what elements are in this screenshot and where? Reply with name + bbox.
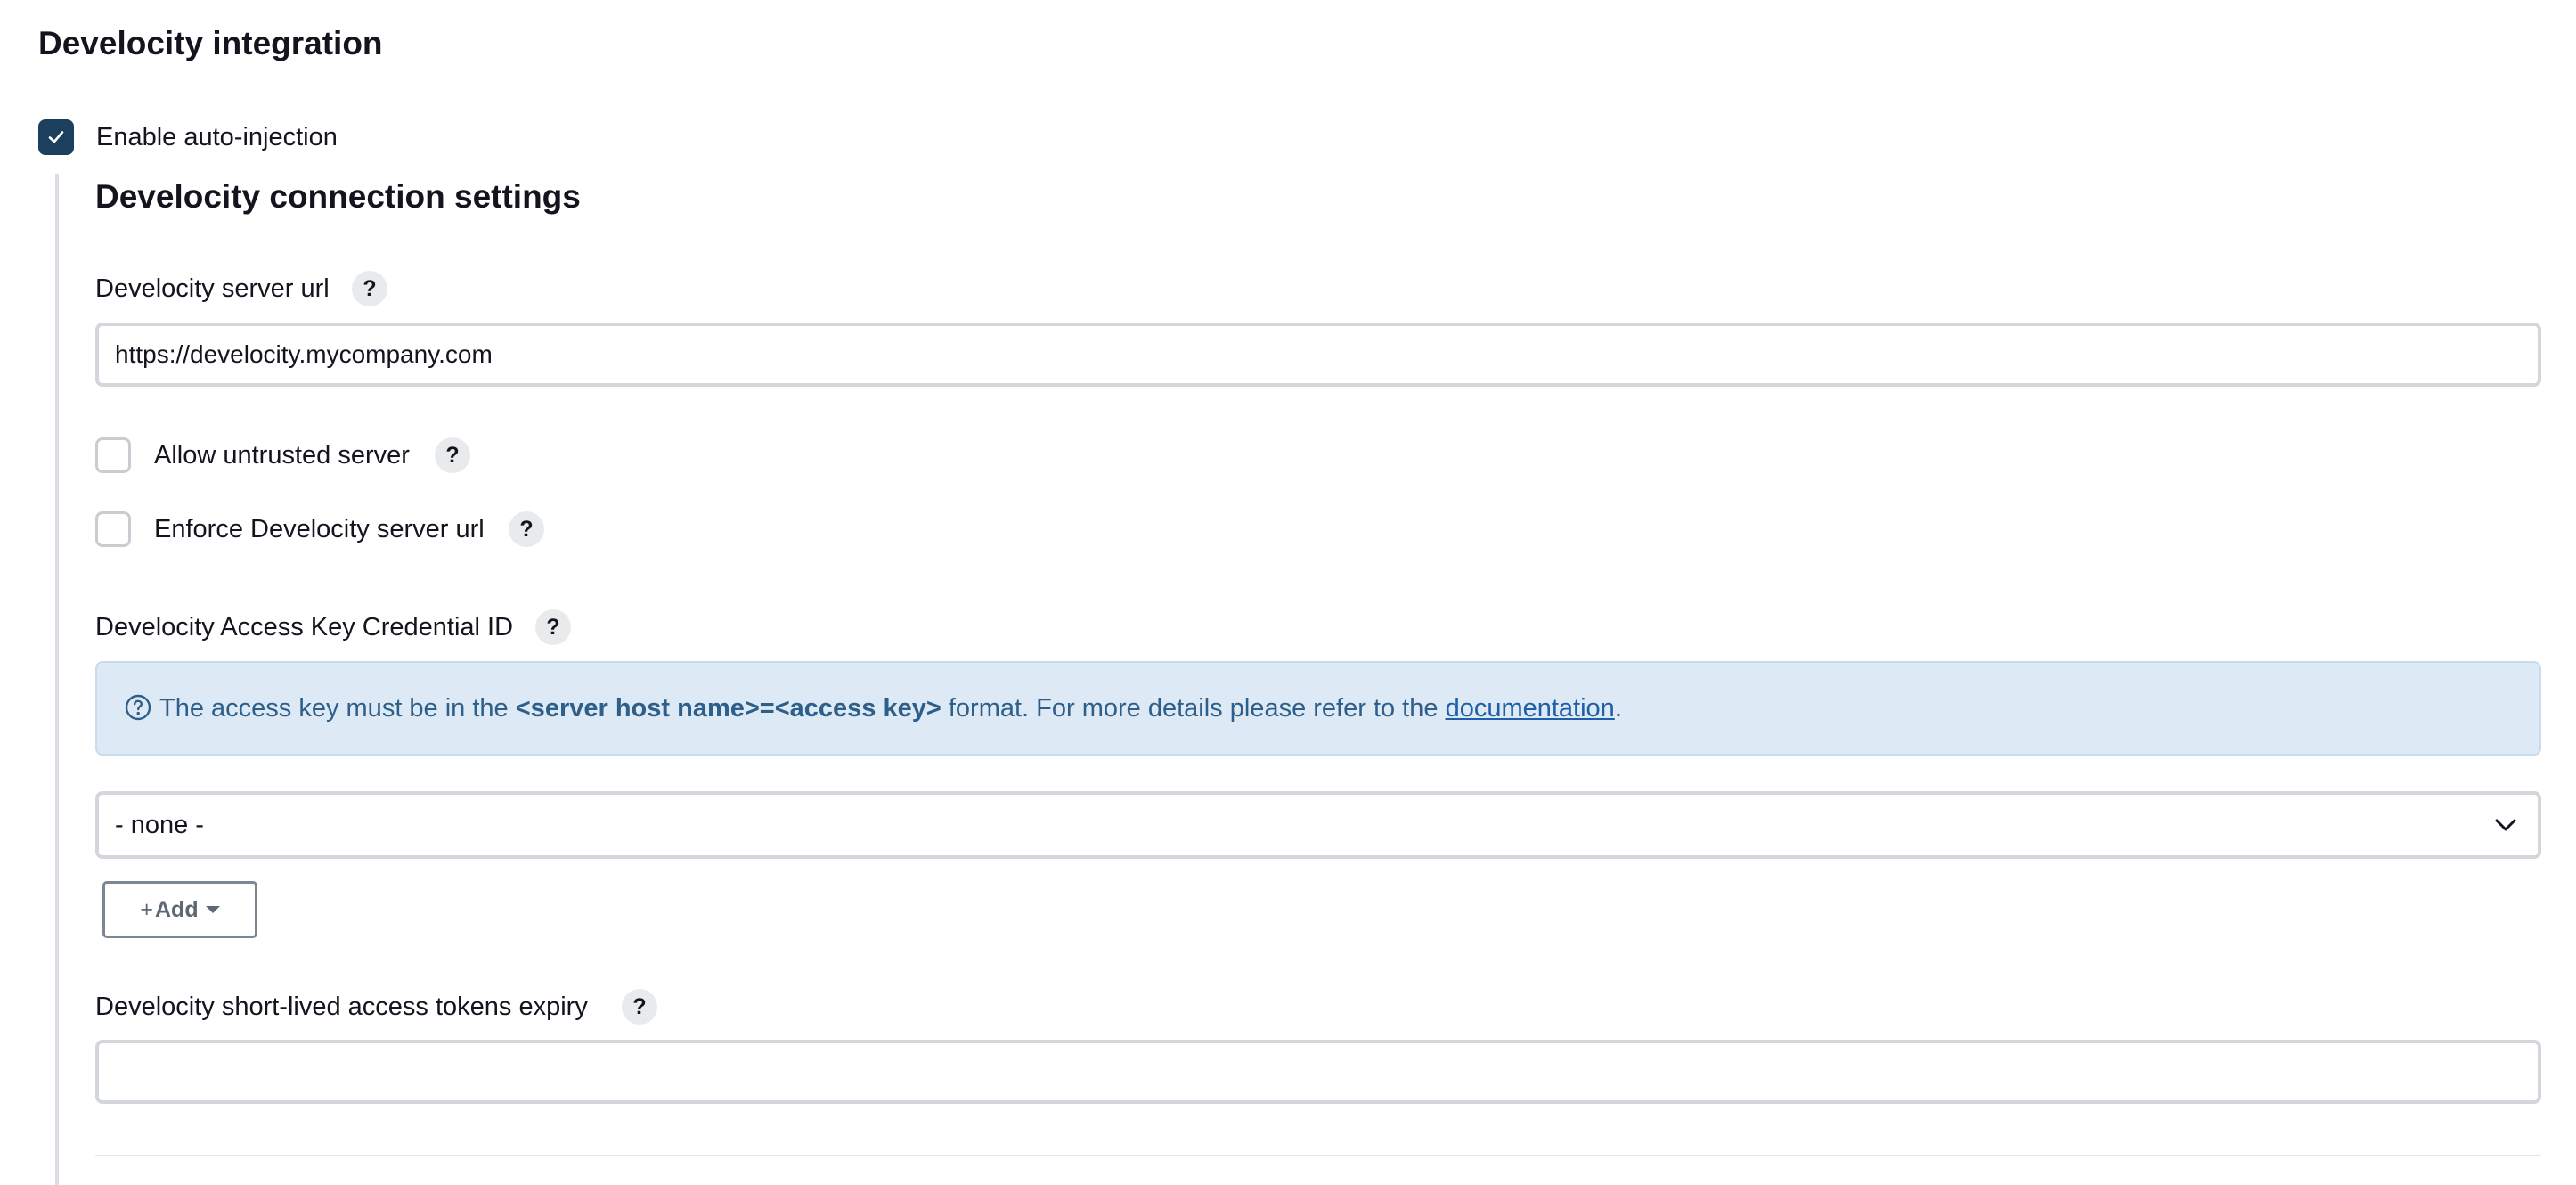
add-button-label: Add — [155, 897, 199, 922]
connection-settings-title: Develocity connection settings — [95, 178, 581, 215]
info-text-middle: format. For more details please refer to… — [941, 694, 1446, 723]
caret-down-icon — [205, 905, 220, 913]
credential-select[interactable]: - none - — [95, 791, 2541, 859]
allow-untrusted-label[interactable]: Allow untrusted server — [154, 437, 410, 473]
section-divider — [95, 1155, 2541, 1156]
info-format-text: <server host name>=<access key> — [515, 694, 942, 723]
token-expiry-label: Develocity short-lived access tokens exp… — [95, 993, 588, 1021]
section-title: Develocity integration — [38, 25, 383, 61]
checkmark-icon — [48, 131, 64, 143]
nested-section-bar — [55, 174, 59, 1185]
allow-untrusted-help-icon[interactable]: ? — [435, 437, 470, 473]
server-url-help-icon[interactable]: ? — [352, 271, 387, 306]
enforce-url-help-icon[interactable]: ? — [509, 511, 544, 547]
credential-help-icon[interactable]: ? — [535, 609, 571, 645]
documentation-link[interactable]: documentation — [1446, 694, 1615, 723]
enable-auto-injection-label[interactable]: Enable auto-injection — [96, 119, 338, 155]
question-circle-icon — [125, 695, 151, 721]
allow-untrusted-checkbox[interactable] — [95, 437, 131, 473]
token-expiry-help-icon[interactable]: ? — [622, 989, 657, 1025]
enable-auto-injection-checkbox[interactable] — [38, 119, 74, 155]
info-text-suffix: . — [1614, 694, 1622, 723]
enforce-url-checkbox[interactable] — [95, 511, 131, 547]
server-url-input[interactable] — [95, 323, 2541, 387]
develocity-settings-page: Develocity integration Enable auto-injec… — [0, 0, 2576, 1185]
enforce-url-label[interactable]: Enforce Develocity server url — [154, 511, 485, 547]
server-url-label: Develocity server url — [95, 274, 330, 303]
add-credential-button[interactable]: +Add — [102, 881, 257, 938]
token-expiry-input[interactable] — [95, 1040, 2541, 1104]
chevron-down-icon — [2495, 819, 2516, 831]
access-key-info-box: The access key must be in the <server ho… — [95, 661, 2541, 756]
credential-select-value: - none - — [115, 811, 204, 839]
plus-icon: + — [140, 897, 153, 922]
info-text-prefix: The access key must be in the — [159, 694, 516, 723]
credential-label: Develocity Access Key Credential ID — [95, 613, 514, 642]
